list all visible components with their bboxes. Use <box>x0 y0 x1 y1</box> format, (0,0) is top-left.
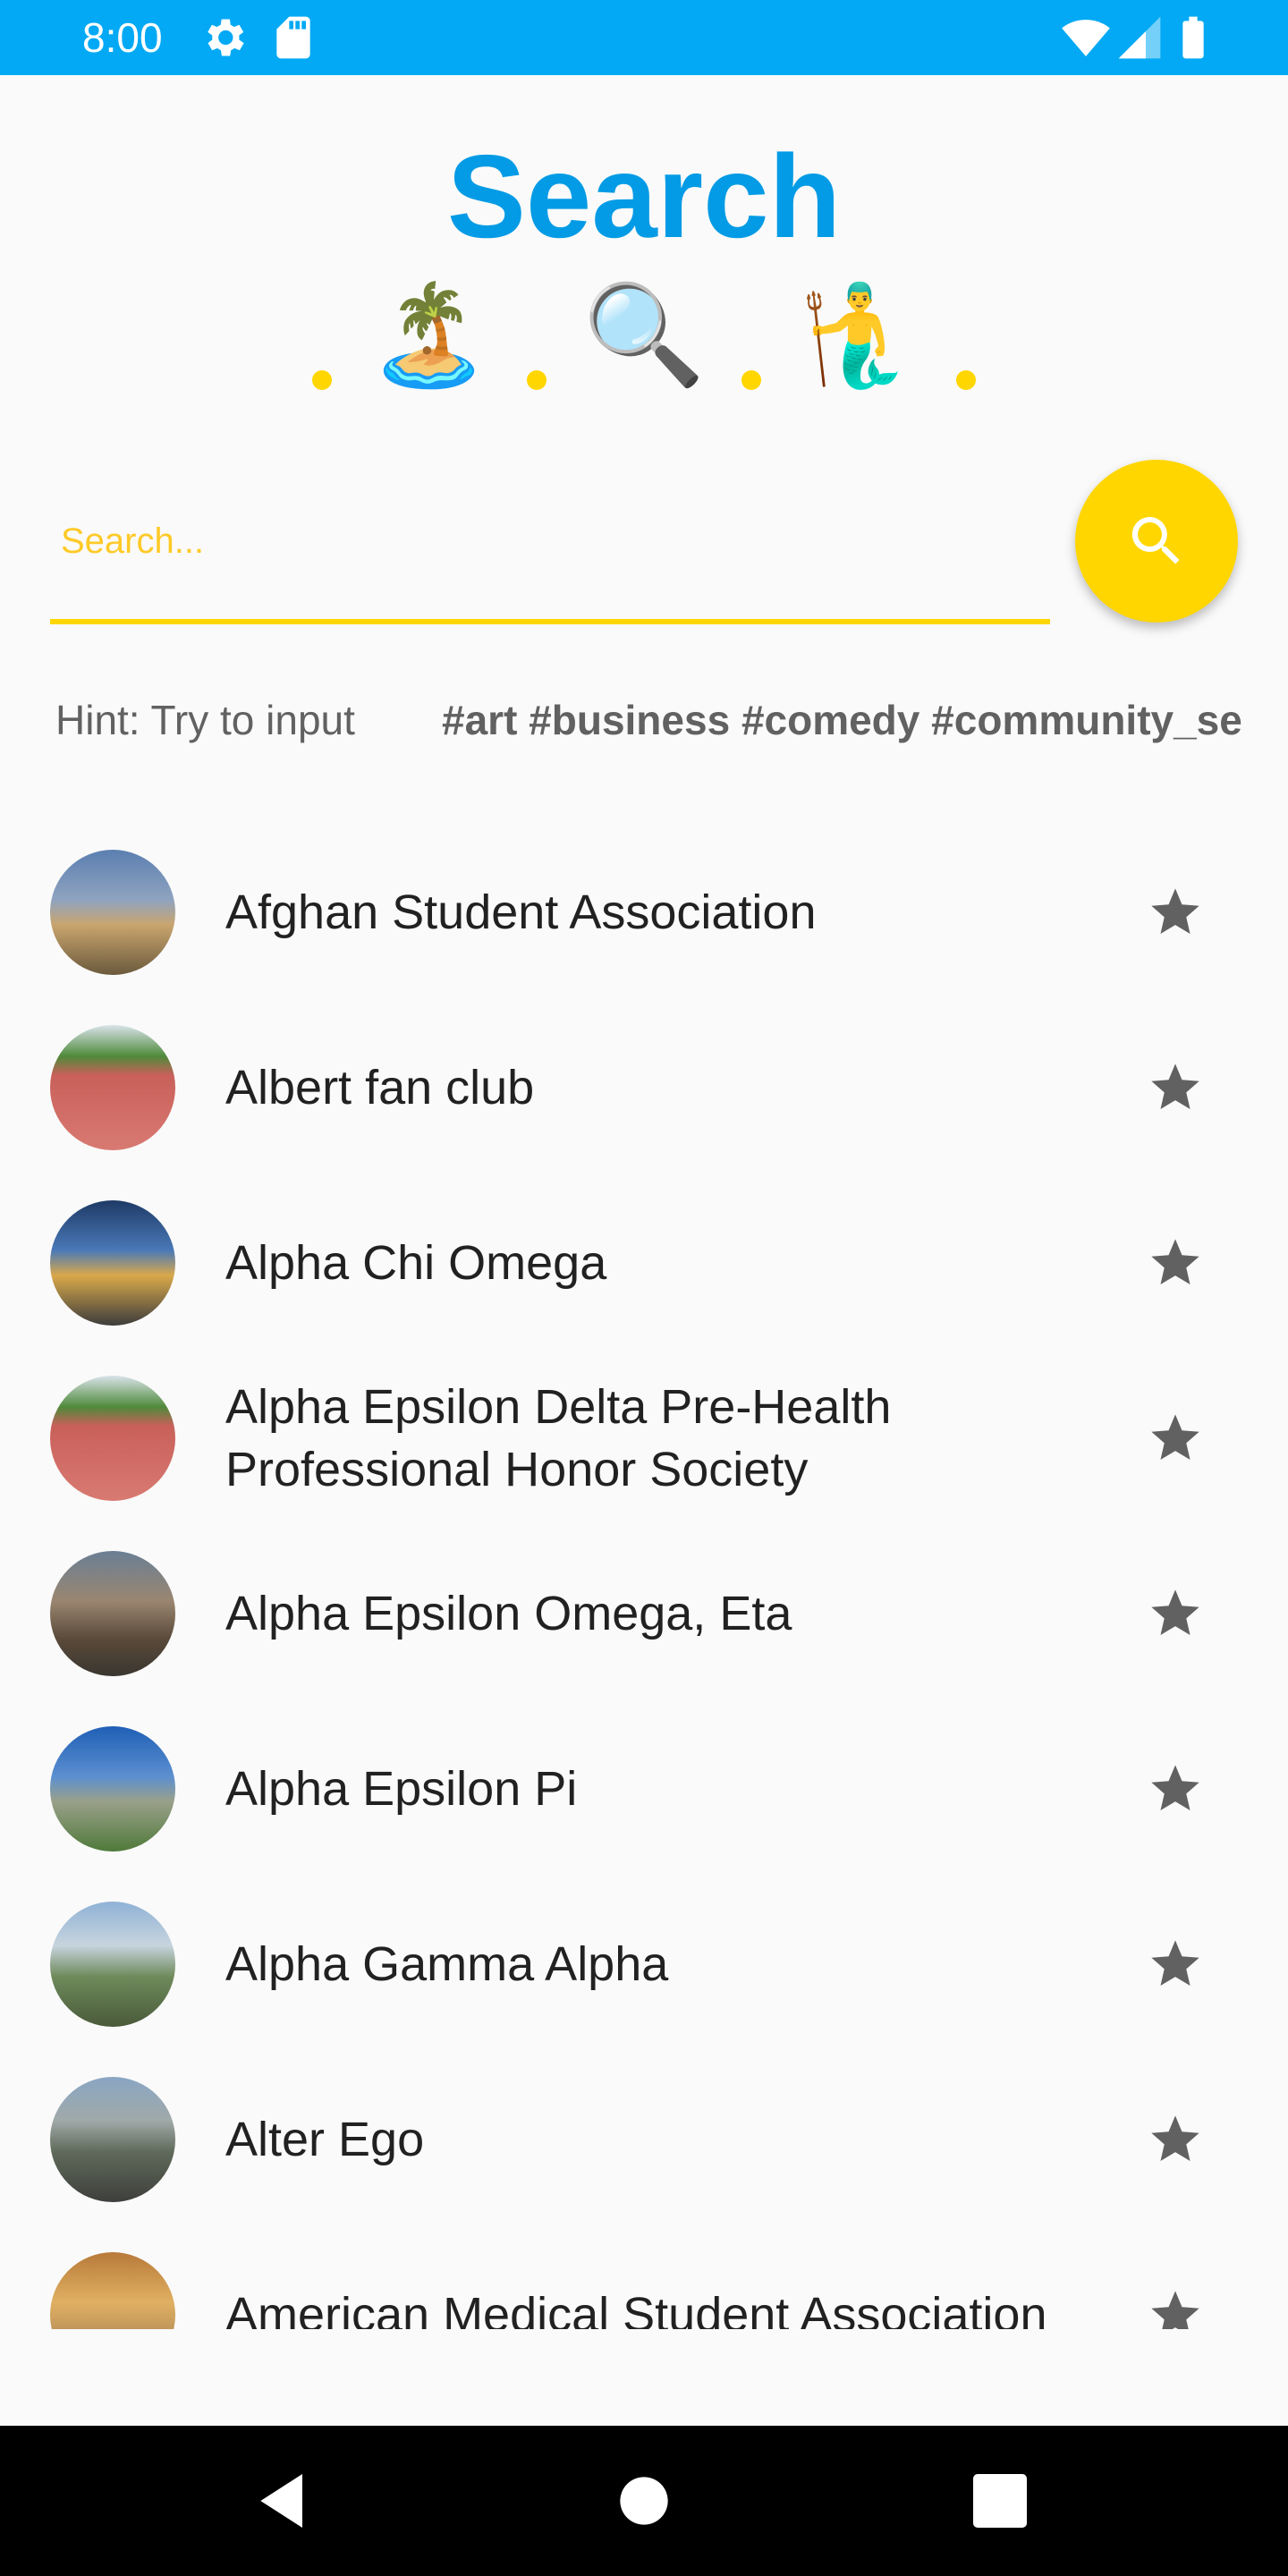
item-name: Albert fan club <box>225 1061 535 1114</box>
star-icon[interactable] <box>1147 2111 1204 2168</box>
gear-icon <box>208 19 244 56</box>
avatar <box>50 1200 175 1326</box>
merman-emoji: 🧜‍♂️ <box>797 280 920 390</box>
item-name: Alpha Gamma Alpha <box>225 1937 669 1991</box>
star-icon[interactable] <box>1147 1234 1204 1292</box>
wifi-icon <box>1062 20 1110 56</box>
navigation-bar <box>0 2426 1288 2576</box>
star-icon[interactable] <box>1147 2286 1204 2329</box>
yellow-dot <box>311 370 332 390</box>
yellow-dot <box>741 370 762 390</box>
yellow-dot <box>956 370 977 390</box>
list-item[interactable]: Alpha Chi Omega <box>0 1175 1288 1351</box>
item-name: Alpha Chi Omega <box>225 1236 607 1290</box>
star-icon[interactable] <box>1147 1936 1204 1993</box>
status-bar: 8:00 <box>0 0 1288 75</box>
item-name: Afghan Student Association <box>225 886 817 939</box>
avatar <box>50 1551 175 1676</box>
hint-label: Hint: Try to input <box>55 697 355 743</box>
page-title: Search <box>446 131 842 262</box>
item-name: Alpha Epsilon Omega, Eta <box>225 1587 792 1640</box>
search-input[interactable] <box>50 492 1050 590</box>
magnifier-emoji: 🔍 <box>582 280 706 390</box>
avatar <box>50 1376 175 1501</box>
back-icon[interactable] <box>249 2465 320 2537</box>
avatar <box>50 1025 175 1150</box>
avatar <box>50 2252 175 2329</box>
item-name: American Medical Student Association <box>225 2288 1047 2329</box>
island-emoji: 🏝️ <box>368 280 491 390</box>
avatar <box>50 850 175 975</box>
list-item[interactable]: Alpha Epsilon Omega, Eta <box>0 1526 1288 1701</box>
avatar <box>50 1726 175 1852</box>
star-icon[interactable] <box>1147 1585 1204 1642</box>
list-item[interactable]: Alpha Epsilon Delta Pre-Health Professio… <box>0 1351 1288 1526</box>
search-icon <box>1131 517 1180 564</box>
yellow-dot <box>526 370 547 390</box>
item-name: Alpha Epsilon Delta Pre-Health Professio… <box>225 1380 892 1496</box>
item-name: Alter Ego <box>225 2113 425 2166</box>
search-button[interactable] <box>1075 460 1238 623</box>
home-icon[interactable] <box>608 2465 680 2537</box>
item-name: Alpha Epsilon Pi <box>225 1762 578 1816</box>
star-icon[interactable] <box>1147 1059 1204 1116</box>
battery-icon <box>1182 16 1204 59</box>
avatar <box>50 1902 175 2027</box>
list-item[interactable]: Albert fan club <box>0 1000 1288 1175</box>
search-field-container <box>50 465 1050 626</box>
list-item[interactable]: Alter Ego <box>0 2052 1288 2227</box>
list-item[interactable]: Alpha Gamma Alpha <box>0 1877 1288 2052</box>
search-underline <box>50 619 1050 624</box>
hint-row: Hint: Try to input #art #business #comed… <box>55 689 1254 751</box>
star-icon[interactable] <box>1147 1410 1204 1467</box>
star-icon[interactable] <box>1147 1760 1204 1818</box>
signal-icon <box>1118 16 1161 59</box>
hint-tags[interactable]: #art #business #comedy #community_se <box>442 689 1242 751</box>
recents-icon[interactable] <box>964 2465 1036 2537</box>
status-time: 8:00 <box>82 14 163 61</box>
list-item[interactable]: Alpha Epsilon Pi <box>0 1701 1288 1877</box>
list-item[interactable]: American Medical Student Association <box>0 2227 1288 2329</box>
list-item[interactable]: Afghan Student Association <box>0 825 1288 1000</box>
sd-card-icon <box>276 16 310 59</box>
star-icon[interactable] <box>1147 884 1204 941</box>
club-list[interactable]: Afghan Student Association Albert fan cl… <box>0 825 1288 2329</box>
emoji-banner: 🏝️ 🔍 🧜‍♂️ <box>0 277 1288 394</box>
avatar <box>50 2077 175 2202</box>
